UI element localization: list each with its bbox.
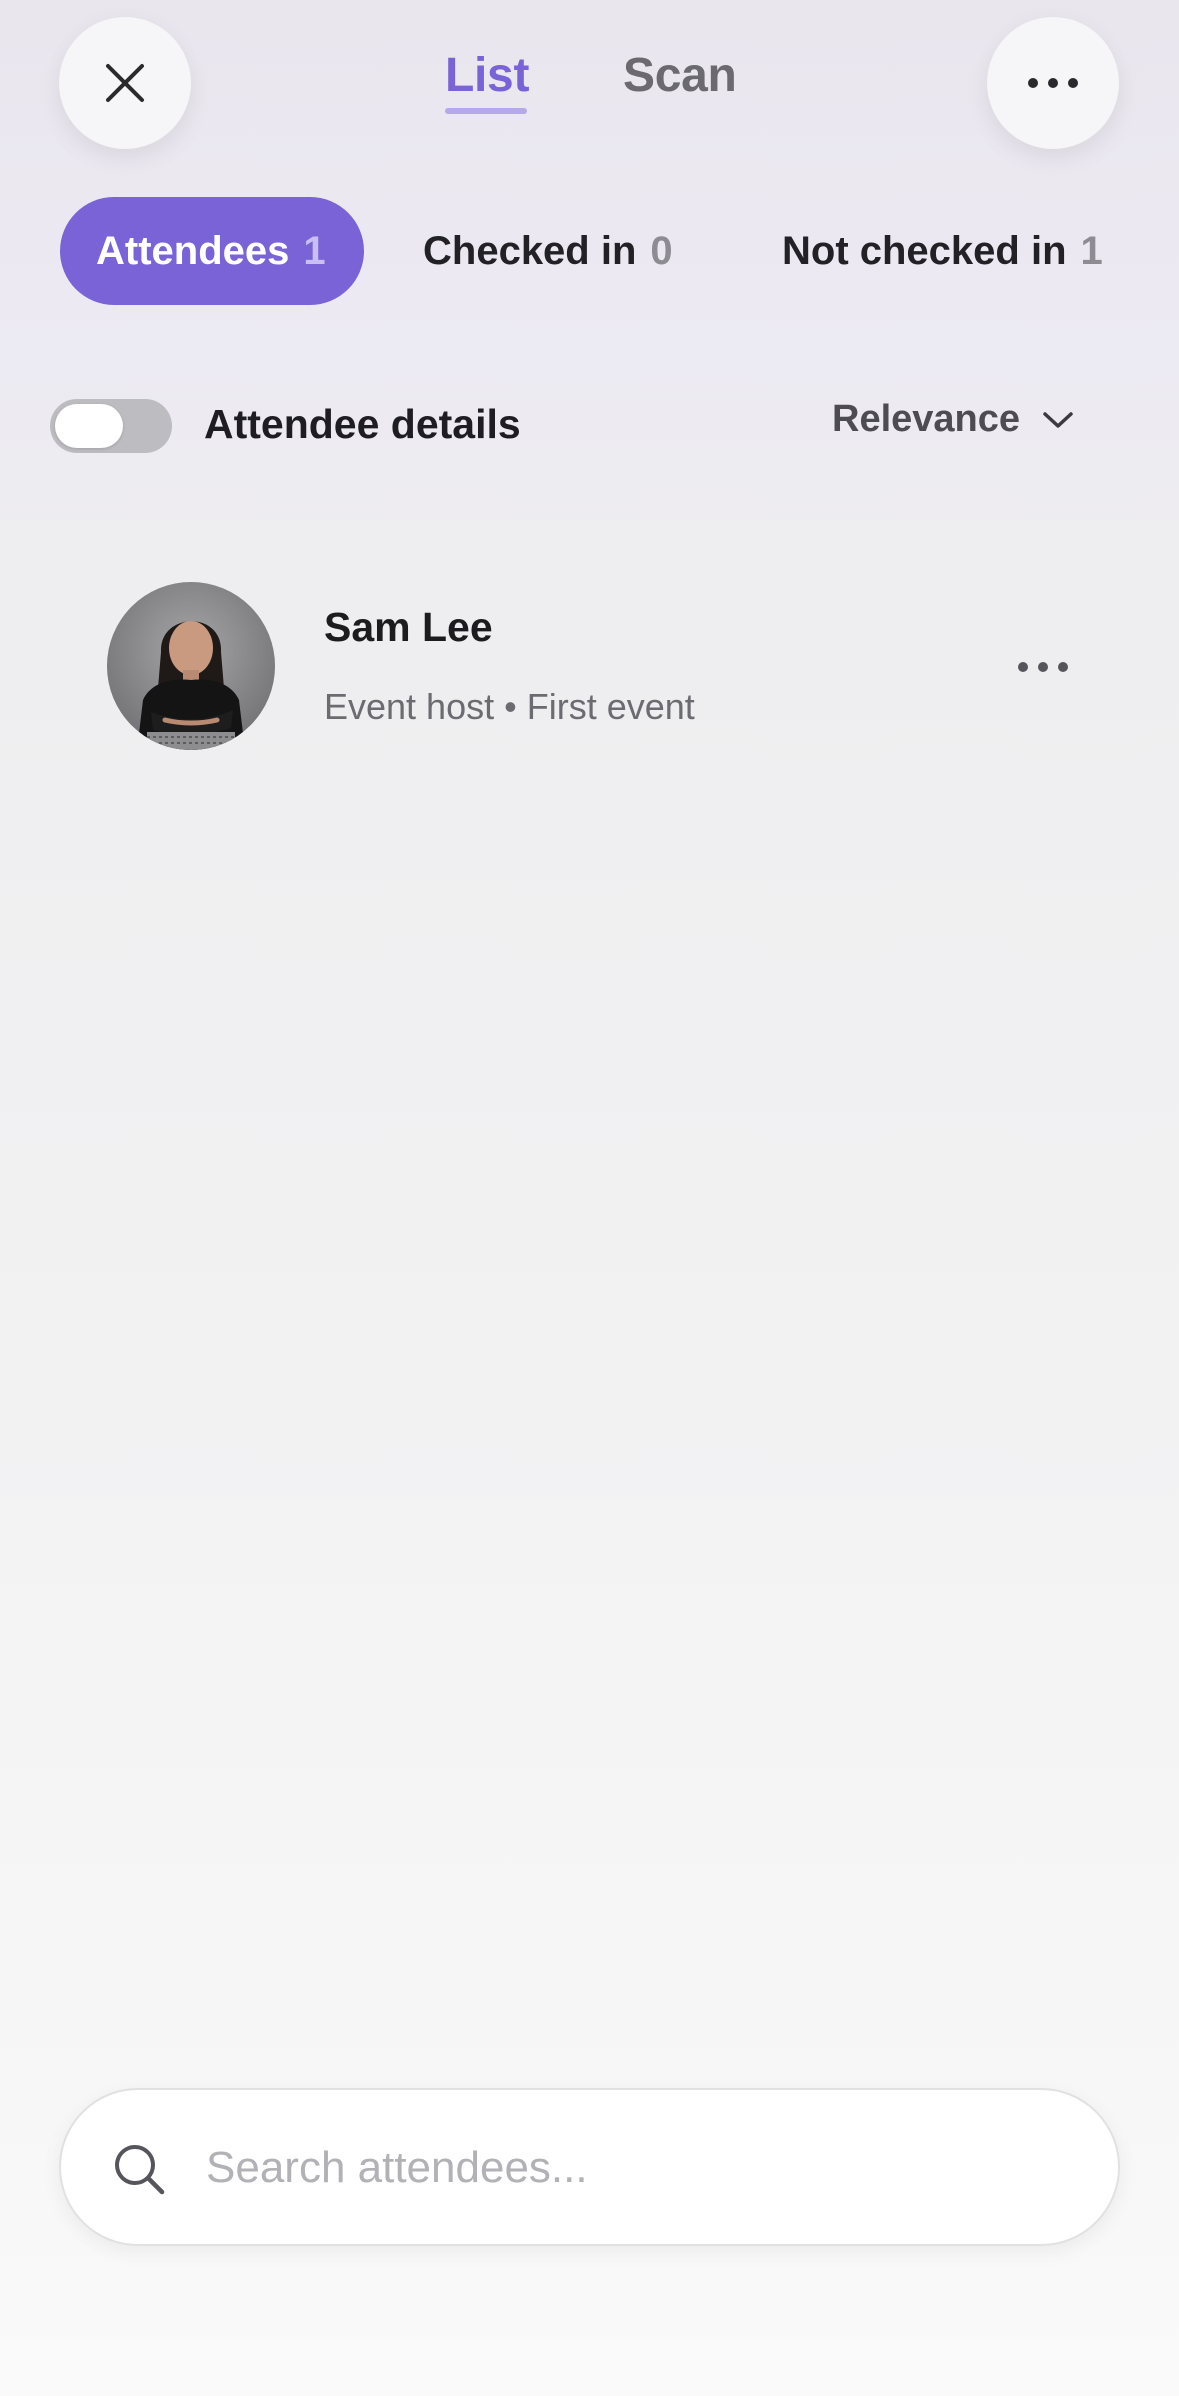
avatar: [107, 582, 275, 750]
attendee-more-button[interactable]: [1013, 652, 1073, 682]
filter-checked-in[interactable]: Checked in 0: [423, 197, 673, 305]
search-bar[interactable]: [59, 2088, 1120, 2246]
sort-label: Relevance: [832, 398, 1021, 440]
attendee-meta: Event host • First event: [324, 686, 695, 727]
filter-count: 1: [303, 228, 326, 273]
tab-list[interactable]: List: [445, 48, 529, 103]
tab-scan[interactable]: Scan: [623, 48, 737, 103]
filter-label: Not checked in: [782, 228, 1067, 273]
sort-dropdown[interactable]: Relevance: [832, 398, 1074, 441]
filter-not-checked-in[interactable]: Not checked in 1: [782, 197, 1103, 305]
toggle-knob: [55, 404, 123, 448]
filter-count: 0: [650, 228, 673, 273]
close-icon: [106, 64, 144, 102]
filter-label: Checked in: [423, 228, 637, 273]
chevron-down-icon: [1042, 410, 1074, 430]
filter-label: Attendees: [96, 228, 290, 273]
more-options-button[interactable]: [987, 17, 1119, 149]
more-horizontal-icon: [1018, 662, 1068, 672]
search-icon: [115, 2145, 165, 2195]
tab-active-indicator: [445, 108, 527, 114]
attendee-details-label: Attendee details: [204, 401, 521, 447]
search-input[interactable]: [206, 2128, 1066, 2208]
close-button[interactable]: [59, 17, 191, 149]
attendee-name: Sam Lee: [324, 604, 493, 650]
attendee-details-toggle[interactable]: [50, 399, 172, 453]
more-horizontal-icon: [1028, 78, 1078, 88]
filter-count: 1: [1080, 228, 1103, 273]
list-item[interactable]: Sam Lee Event host • First event: [107, 582, 1087, 750]
filter-attendees[interactable]: Attendees 1: [60, 197, 364, 305]
